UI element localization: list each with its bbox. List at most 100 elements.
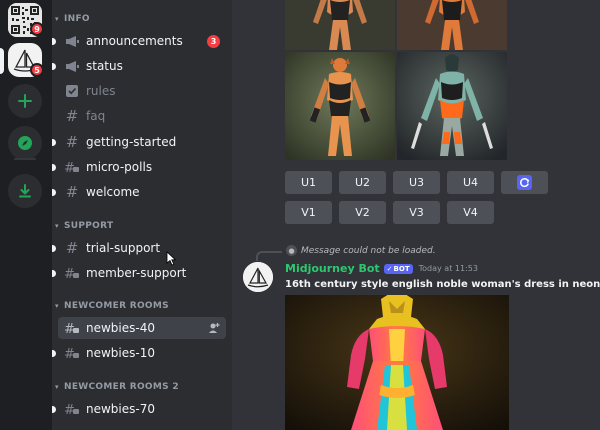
channel-label: getting-started <box>86 135 177 149</box>
download-icon <box>19 184 31 198</box>
chevron-down-icon: ▾ <box>55 383 59 391</box>
hash-icon: # <box>65 183 79 201</box>
mouse-cursor-icon <box>166 251 177 266</box>
channel-newbies-70[interactable]: # newbies-70 <box>52 398 226 420</box>
chat-area: U1 U2 U3 U4 V1 V2 V3 V4 ● Message could … <box>232 0 600 430</box>
reply-reference[interactable]: ● Message could not be loaded. <box>286 245 436 256</box>
avatar[interactable] <box>243 262 273 292</box>
add-server-button[interactable] <box>8 84 42 118</box>
generated-image-3[interactable] <box>285 52 395 160</box>
unread-indicator <box>52 270 56 277</box>
upscale-3-button[interactable]: U3 <box>393 171 440 194</box>
variation-2-button[interactable]: V2 <box>339 201 386 224</box>
unread-indicator <box>52 245 56 252</box>
channel-label: micro-polls <box>86 160 153 174</box>
channel-label: faq <box>86 109 106 123</box>
selected-server-indicator <box>0 48 4 74</box>
upscale-1-button[interactable]: U1 <box>285 171 332 194</box>
checkbox-icon <box>64 83 80 99</box>
unread-indicator <box>52 406 56 413</box>
channel-welcome[interactable]: # welcome <box>52 181 226 203</box>
unread-indicator <box>52 350 56 357</box>
rail-divider <box>14 158 36 160</box>
channel-getting-started[interactable]: # getting-started <box>52 131 226 153</box>
channel-label: newbies-40 <box>86 321 155 335</box>
chevron-down-icon: ▾ <box>55 302 59 310</box>
download-apps-button[interactable] <box>8 174 42 208</box>
category-label: INFO <box>64 14 90 24</box>
channel-label: welcome <box>86 185 140 199</box>
channel-label: member-support <box>86 266 187 280</box>
generated-image-2[interactable] <box>397 0 507 50</box>
bot-badge: ✓ BOT <box>383 263 413 274</box>
reply-deleted-icon: ● <box>286 245 297 256</box>
channel-label: announcements <box>86 34 183 48</box>
generated-image-1[interactable] <box>285 0 395 50</box>
channel-label: trial-support <box>86 241 161 255</box>
unread-indicator <box>52 189 56 196</box>
server-notification-badge: 9 <box>30 22 44 36</box>
reply-notice-text: Message could not be loaded. <box>301 245 436 256</box>
invite-member-icon[interactable] <box>208 322 220 337</box>
channel-micro-polls[interactable]: # micro-polls <box>52 156 226 178</box>
hash-icon: # <box>65 133 79 151</box>
hash-icon: # <box>65 107 79 125</box>
channel-label: rules <box>86 84 116 98</box>
channel-label: status <box>86 59 123 73</box>
unread-indicator <box>52 139 56 146</box>
category-info[interactable]: ▾ INFO <box>52 12 232 26</box>
channel-rules[interactable]: rules <box>58 80 226 102</box>
category-support[interactable]: ▾ SUPPORT <box>52 219 232 233</box>
refresh-icon <box>517 175 532 190</box>
message-header: Midjourney Bot ✓ BOT Today at 11:53 <box>285 262 478 275</box>
hash-threads-icon: # <box>64 320 80 336</box>
verified-check-icon: ✓ <box>386 264 393 273</box>
megaphone-icon <box>64 58 80 74</box>
category-newcomer-rooms-2[interactable]: ▾ NEWCOMER ROOMS 2 <box>52 380 232 394</box>
unread-indicator <box>52 164 56 171</box>
server-rail: 9 5 <box>0 0 52 430</box>
hash-threads-icon: # <box>64 265 80 281</box>
megaphone-icon <box>64 33 80 49</box>
plus-icon <box>18 94 32 108</box>
reroll-button[interactable] <box>501 171 548 194</box>
bot-badge-label: BOT <box>393 264 410 273</box>
channel-status[interactable]: status <box>52 55 226 77</box>
server-notification-badge: 5 <box>30 63 44 77</box>
reply-connector <box>256 251 282 261</box>
hash-icon: # <box>65 239 79 257</box>
channel-sidebar: ▾ INFO announcements 3 status rules # fa… <box>52 0 232 430</box>
channel-newbies-40[interactable]: # newbies-40 <box>58 317 226 339</box>
explore-servers-button[interactable] <box>8 126 42 160</box>
category-label: SUPPORT <box>64 221 114 231</box>
hash-threads-icon: # <box>64 159 80 175</box>
chevron-down-icon: ▾ <box>55 15 59 23</box>
hash-threads-icon: # <box>64 401 80 417</box>
variation-1-button[interactable]: V1 <box>285 201 332 224</box>
channel-trial-support[interactable]: # trial-support <box>52 237 226 259</box>
category-newcomer-rooms[interactable]: ▾ NEWCOMER ROOMS <box>52 299 232 313</box>
channel-newbies-10[interactable]: # newbies-10 <box>52 342 226 364</box>
generated-image-attachment[interactable] <box>285 295 509 430</box>
upscale-2-button[interactable]: U2 <box>339 171 386 194</box>
channel-member-support[interactable]: # member-support <box>52 262 226 284</box>
unread-indicator <box>52 63 56 70</box>
message-timestamp: Today at 11:53 <box>418 264 478 273</box>
channel-label: newbies-70 <box>86 402 155 416</box>
compass-icon <box>18 136 32 150</box>
upscale-4-button[interactable]: U4 <box>447 171 494 194</box>
message-author[interactable]: Midjourney Bot <box>285 262 380 275</box>
chevron-down-icon: ▾ <box>55 222 59 230</box>
category-label: NEWCOMER ROOMS 2 <box>64 382 179 392</box>
channel-label: newbies-10 <box>86 346 155 360</box>
variation-3-button[interactable]: V3 <box>393 201 440 224</box>
mention-badge: 3 <box>207 35 220 48</box>
variation-4-button[interactable]: V4 <box>447 201 494 224</box>
channel-faq[interactable]: # faq <box>58 105 226 127</box>
message-text: 16th century style english noble woman's… <box>285 279 600 290</box>
channel-announcements[interactable]: announcements 3 <box>52 30 226 52</box>
hash-threads-icon: # <box>64 345 80 361</box>
category-label: NEWCOMER ROOMS <box>64 301 169 311</box>
generated-image-4[interactable] <box>397 52 507 160</box>
unread-indicator <box>52 38 56 45</box>
